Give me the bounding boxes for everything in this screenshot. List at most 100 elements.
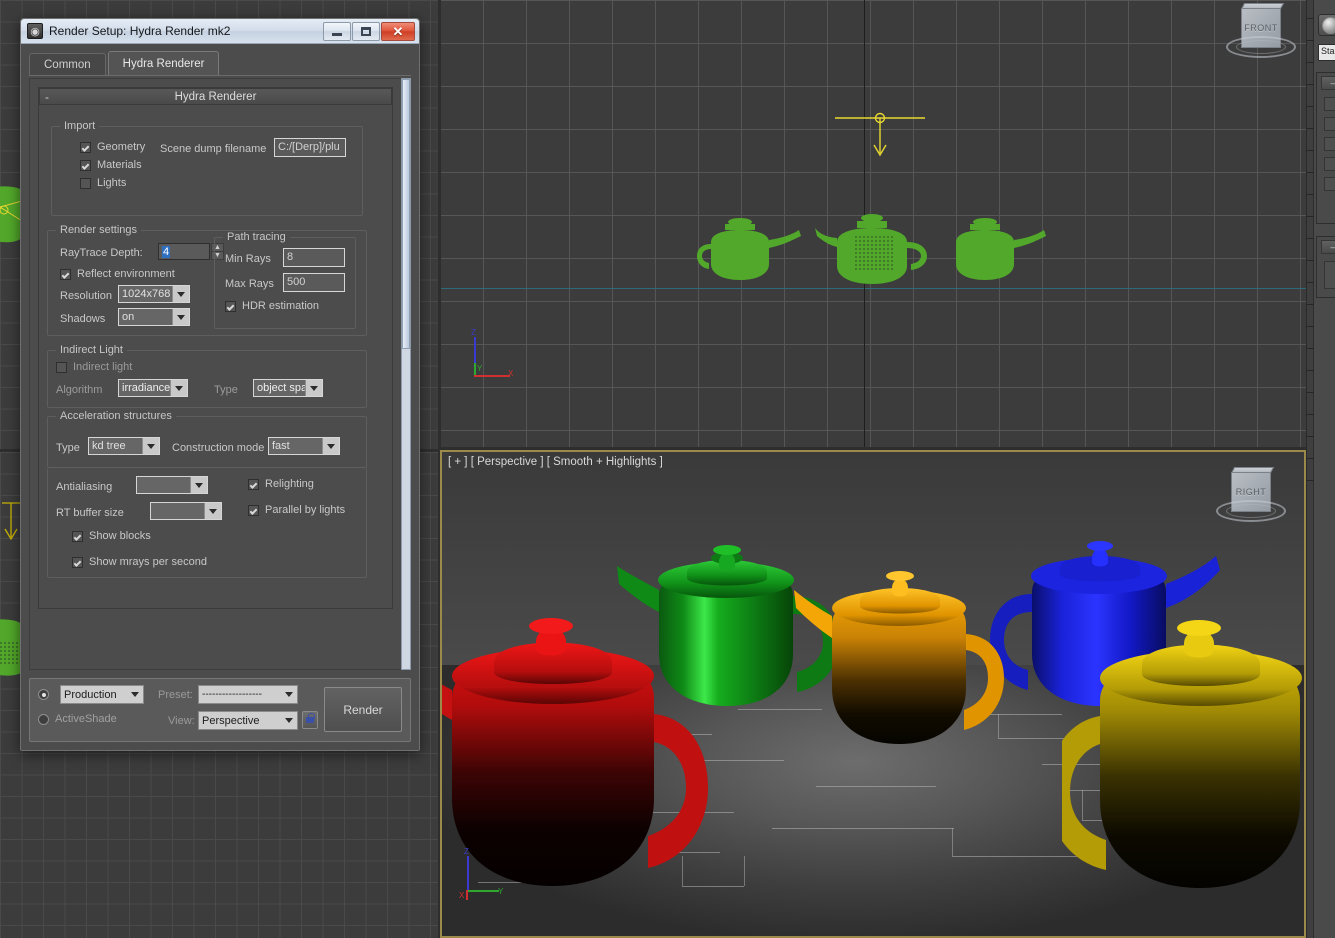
chevron-down-icon[interactable] (280, 686, 297, 703)
checkbox-box[interactable] (80, 160, 91, 171)
misc-settings-group: Antialiasing RT buffer size Relig (47, 468, 367, 578)
chevron-down-icon[interactable] (172, 286, 189, 302)
rollout-collapse-icon[interactable]: - (45, 89, 49, 105)
chevron-down-icon[interactable] (126, 686, 143, 703)
rollout-row[interactable] (1324, 157, 1335, 171)
construction-mode-label: Construction mode (172, 441, 264, 455)
construction-mode-dropdown[interactable]: fast (268, 437, 340, 455)
checkbox-box[interactable] (248, 505, 259, 516)
accel-type-label: Type (56, 441, 80, 455)
hdr-estimation-checkbox[interactable]: HDR estimation (225, 300, 319, 312)
rollout-row[interactable] (1324, 97, 1335, 111)
chevron-down-icon[interactable] (142, 438, 159, 454)
object-name-field[interactable]: Sta (1318, 44, 1335, 61)
shadows-dropdown[interactable]: on (118, 308, 190, 326)
teapot-wireframe-1[interactable] (695, 212, 815, 292)
chevron-down-icon[interactable] (172, 309, 189, 325)
chevron-down-icon[interactable] (190, 477, 207, 493)
checkbox-box[interactable] (248, 479, 259, 490)
rollout-collapse-2[interactable]: – (1321, 240, 1335, 254)
tab-common[interactable]: Common (29, 53, 106, 75)
reflect-environment-label: Reflect environment (77, 268, 175, 280)
show-mrays-checkbox[interactable]: Show mrays per second (72, 556, 207, 568)
preset-dropdown[interactable]: ------------------ (198, 685, 298, 704)
lights-checkbox[interactable]: Lights (80, 177, 126, 189)
dialog-scrollbar[interactable] (401, 78, 411, 670)
min-rays-input[interactable]: 8 (283, 248, 345, 267)
chevron-down-icon[interactable] (204, 503, 221, 519)
min-rays-label: Min Rays (225, 252, 271, 266)
dialog-titlebar[interactable]: ◉ Render Setup: Hydra Render mk2 ✕ (21, 19, 419, 44)
resolution-label: Resolution (60, 289, 112, 303)
rt-buffer-size-dropdown[interactable] (150, 502, 222, 520)
accel-type-dropdown[interactable]: kd tree (88, 437, 160, 455)
radio-button[interactable] (38, 714, 49, 725)
checkbox-box[interactable] (80, 142, 91, 153)
activeshade-radio[interactable]: ActiveShade (38, 713, 117, 725)
construction-mode-value: fast (269, 440, 322, 452)
render-settings-group-title: Render settings (56, 224, 141, 236)
render-setup-dialog[interactable]: ◉ Render Setup: Hydra Render mk2 ✕ Commo… (20, 18, 420, 751)
front-viewcube[interactable]: FRONT (1228, 2, 1294, 68)
viewport-perspective[interactable]: Z Y X RIGHT (440, 450, 1306, 938)
path-tracing-group-title: Path tracing (223, 231, 290, 243)
teapot-wireframe-3[interactable] (940, 212, 1060, 292)
geometry-checkbox[interactable]: Geometry (80, 141, 145, 153)
materials-checkbox[interactable]: Materials (80, 159, 142, 171)
checkbox-box[interactable] (56, 362, 67, 373)
teapot-wireframe-2[interactable] (815, 208, 945, 294)
rollout-header[interactable]: - Hydra Renderer (39, 88, 392, 105)
scene-dump-filename-input[interactable]: C:/[Derp]/plu (274, 138, 346, 157)
max-application-window: Z Y X FRONT (0, 0, 1335, 938)
rollout-row[interactable] (1324, 261, 1335, 289)
show-blocks-checkbox[interactable]: Show blocks (72, 530, 151, 542)
rollout-row[interactable] (1324, 117, 1335, 131)
direct-light-gizmo[interactable] (825, 105, 935, 165)
view-lock-button[interactable] (302, 711, 318, 729)
perspective-viewcube[interactable]: RIGHT (1218, 466, 1284, 532)
viewport-front[interactable]: Z Y X FRONT (440, 0, 1306, 448)
view-dropdown[interactable]: Perspective (198, 711, 298, 730)
shadows-label: Shadows (60, 312, 105, 326)
minimize-button[interactable] (323, 22, 351, 41)
chevron-down-icon[interactable] (305, 380, 322, 396)
close-button[interactable]: ✕ (381, 22, 415, 41)
production-radio[interactable] (38, 689, 49, 700)
parallel-by-lights-checkbox[interactable]: Parallel by lights (248, 504, 345, 516)
command-panel[interactable]: Sta – – (1306, 0, 1335, 938)
max-rays-input[interactable]: 500 (283, 273, 345, 292)
maximize-button[interactable] (352, 22, 380, 41)
chevron-down-icon[interactable] (280, 712, 297, 729)
chevron-down-icon[interactable] (170, 380, 187, 396)
left-edge-object-2 (0, 618, 22, 680)
command-panel-rollout-2[interactable]: – (1316, 236, 1335, 298)
tab-hydra-renderer[interactable]: Hydra Renderer (108, 51, 220, 75)
antialiasing-dropdown[interactable] (136, 476, 208, 494)
raytrace-depth-input[interactable]: 4 (158, 243, 210, 260)
checkbox-box[interactable] (80, 178, 91, 189)
checkbox-box[interactable] (60, 269, 71, 280)
checkbox-box[interactable] (72, 557, 83, 568)
rollout-row[interactable] (1324, 137, 1335, 151)
chevron-down-icon[interactable] (322, 438, 339, 454)
algorithm-dropdown[interactable]: irradiance (118, 379, 188, 397)
production-dropdown[interactable]: Production (60, 685, 144, 704)
checkbox-box[interactable] (72, 531, 83, 542)
rollout-collapse-1[interactable]: – (1321, 76, 1335, 90)
dialog-scroll-area: - Hydra Renderer Import Geometry Materia… (29, 78, 411, 670)
perspective-viewport-label[interactable]: [ + ] [ Perspective ] [ Smooth + Highlig… (448, 456, 663, 468)
command-panel-mode-button[interactable] (1318, 14, 1335, 36)
rt-buffer-size-label: RT buffer size (56, 506, 124, 520)
scrollbar-thumb[interactable] (402, 79, 410, 349)
relighting-checkbox[interactable]: Relighting (248, 478, 314, 490)
parallel-by-lights-label: Parallel by lights (265, 504, 345, 516)
indirect-light-checkbox[interactable]: Indirect light (56, 361, 132, 373)
radio-button[interactable] (38, 689, 49, 700)
rollout-row[interactable] (1324, 177, 1335, 191)
command-panel-rollout-1[interactable]: – (1316, 72, 1335, 224)
indirect-type-dropdown[interactable]: object spa (253, 379, 323, 397)
render-button[interactable]: Render (324, 687, 402, 732)
reflect-environment-checkbox[interactable]: Reflect environment (60, 268, 175, 280)
checkbox-box[interactable] (225, 301, 236, 312)
resolution-dropdown[interactable]: 1024x768 (118, 285, 190, 303)
